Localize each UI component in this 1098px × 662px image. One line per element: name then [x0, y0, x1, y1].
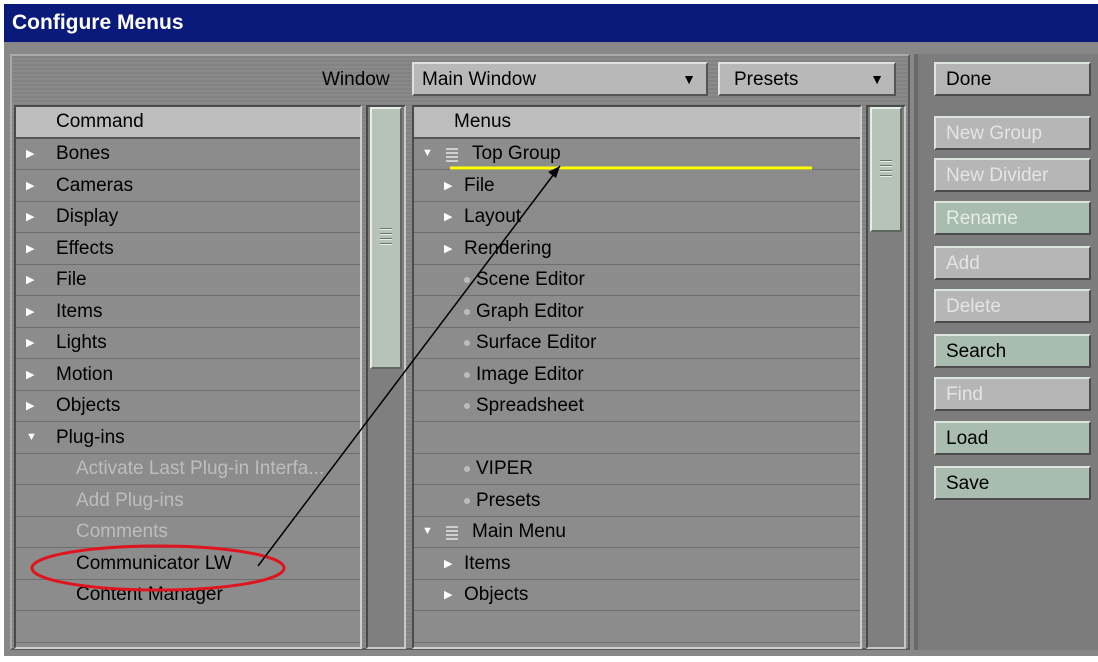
drag-arrow: [257, 165, 561, 567]
annotation-overlay: [30, 165, 812, 592]
highlight-circle: [30, 544, 286, 592]
configure-menus-window: Configure Menus Window Main Window ▼ Pre…: [0, 0, 1098, 662]
